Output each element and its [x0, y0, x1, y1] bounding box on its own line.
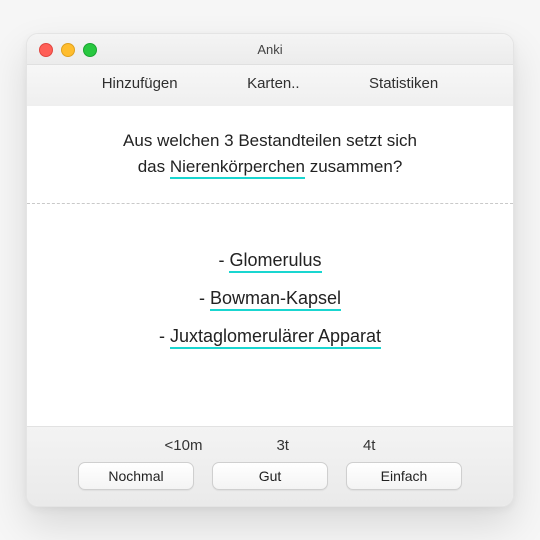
question-text: das	[138, 157, 170, 176]
card-question: Aus welchen 3 Bestandteilen setzt sich d…	[27, 106, 513, 203]
titlebar: Anki	[27, 34, 513, 65]
question-keyword: Nierenkörperchen	[170, 157, 305, 179]
again-button[interactable]: Nochmal	[78, 462, 194, 490]
answer-line: - Juxtaglomerulärer Apparat	[57, 318, 483, 354]
question-text: Aus welchen 3 Bestandteilen setzt sich	[123, 131, 417, 150]
interval-row: <10m 3t 4t	[27, 437, 513, 454]
interval-easy: 4t	[363, 437, 376, 454]
close-icon[interactable]	[39, 43, 53, 57]
answer-line: - Glomerulus	[57, 242, 483, 278]
toolbar-stats-button[interactable]: Statistiken	[369, 75, 438, 92]
window-controls	[39, 43, 97, 57]
interval-good: 3t	[276, 437, 289, 454]
zoom-icon[interactable]	[83, 43, 97, 57]
toolbar-cards-button[interactable]: Karten..	[247, 75, 300, 92]
window-title: Anki	[257, 42, 282, 57]
easy-button[interactable]: Einfach	[346, 462, 462, 490]
answer-item: Bowman-Kapsel	[210, 288, 341, 311]
review-bar: <10m 3t 4t Nochmal Gut Einfach	[27, 426, 513, 506]
interval-again: <10m	[165, 437, 203, 454]
answer-item: Glomerulus	[229, 250, 321, 273]
good-button[interactable]: Gut	[212, 462, 328, 490]
answer-buttons: Nochmal Gut Einfach	[27, 462, 513, 490]
answer-line: - Bowman-Kapsel	[57, 280, 483, 316]
toolbar-add-button[interactable]: Hinzufügen	[102, 75, 178, 92]
card-area: Aus welchen 3 Bestandteilen setzt sich d…	[27, 106, 513, 426]
minimize-icon[interactable]	[61, 43, 75, 57]
app-window: Anki Hinzufügen Karten.. Statistiken Aus…	[26, 33, 514, 507]
toolbar: Hinzufügen Karten.. Statistiken	[27, 65, 513, 106]
question-text: zusammen?	[305, 157, 402, 176]
answer-item: Juxtaglomerulärer Apparat	[170, 326, 381, 349]
card-answer: - Glomerulus - Bowman-Kapsel - Juxtaglom…	[27, 204, 513, 426]
